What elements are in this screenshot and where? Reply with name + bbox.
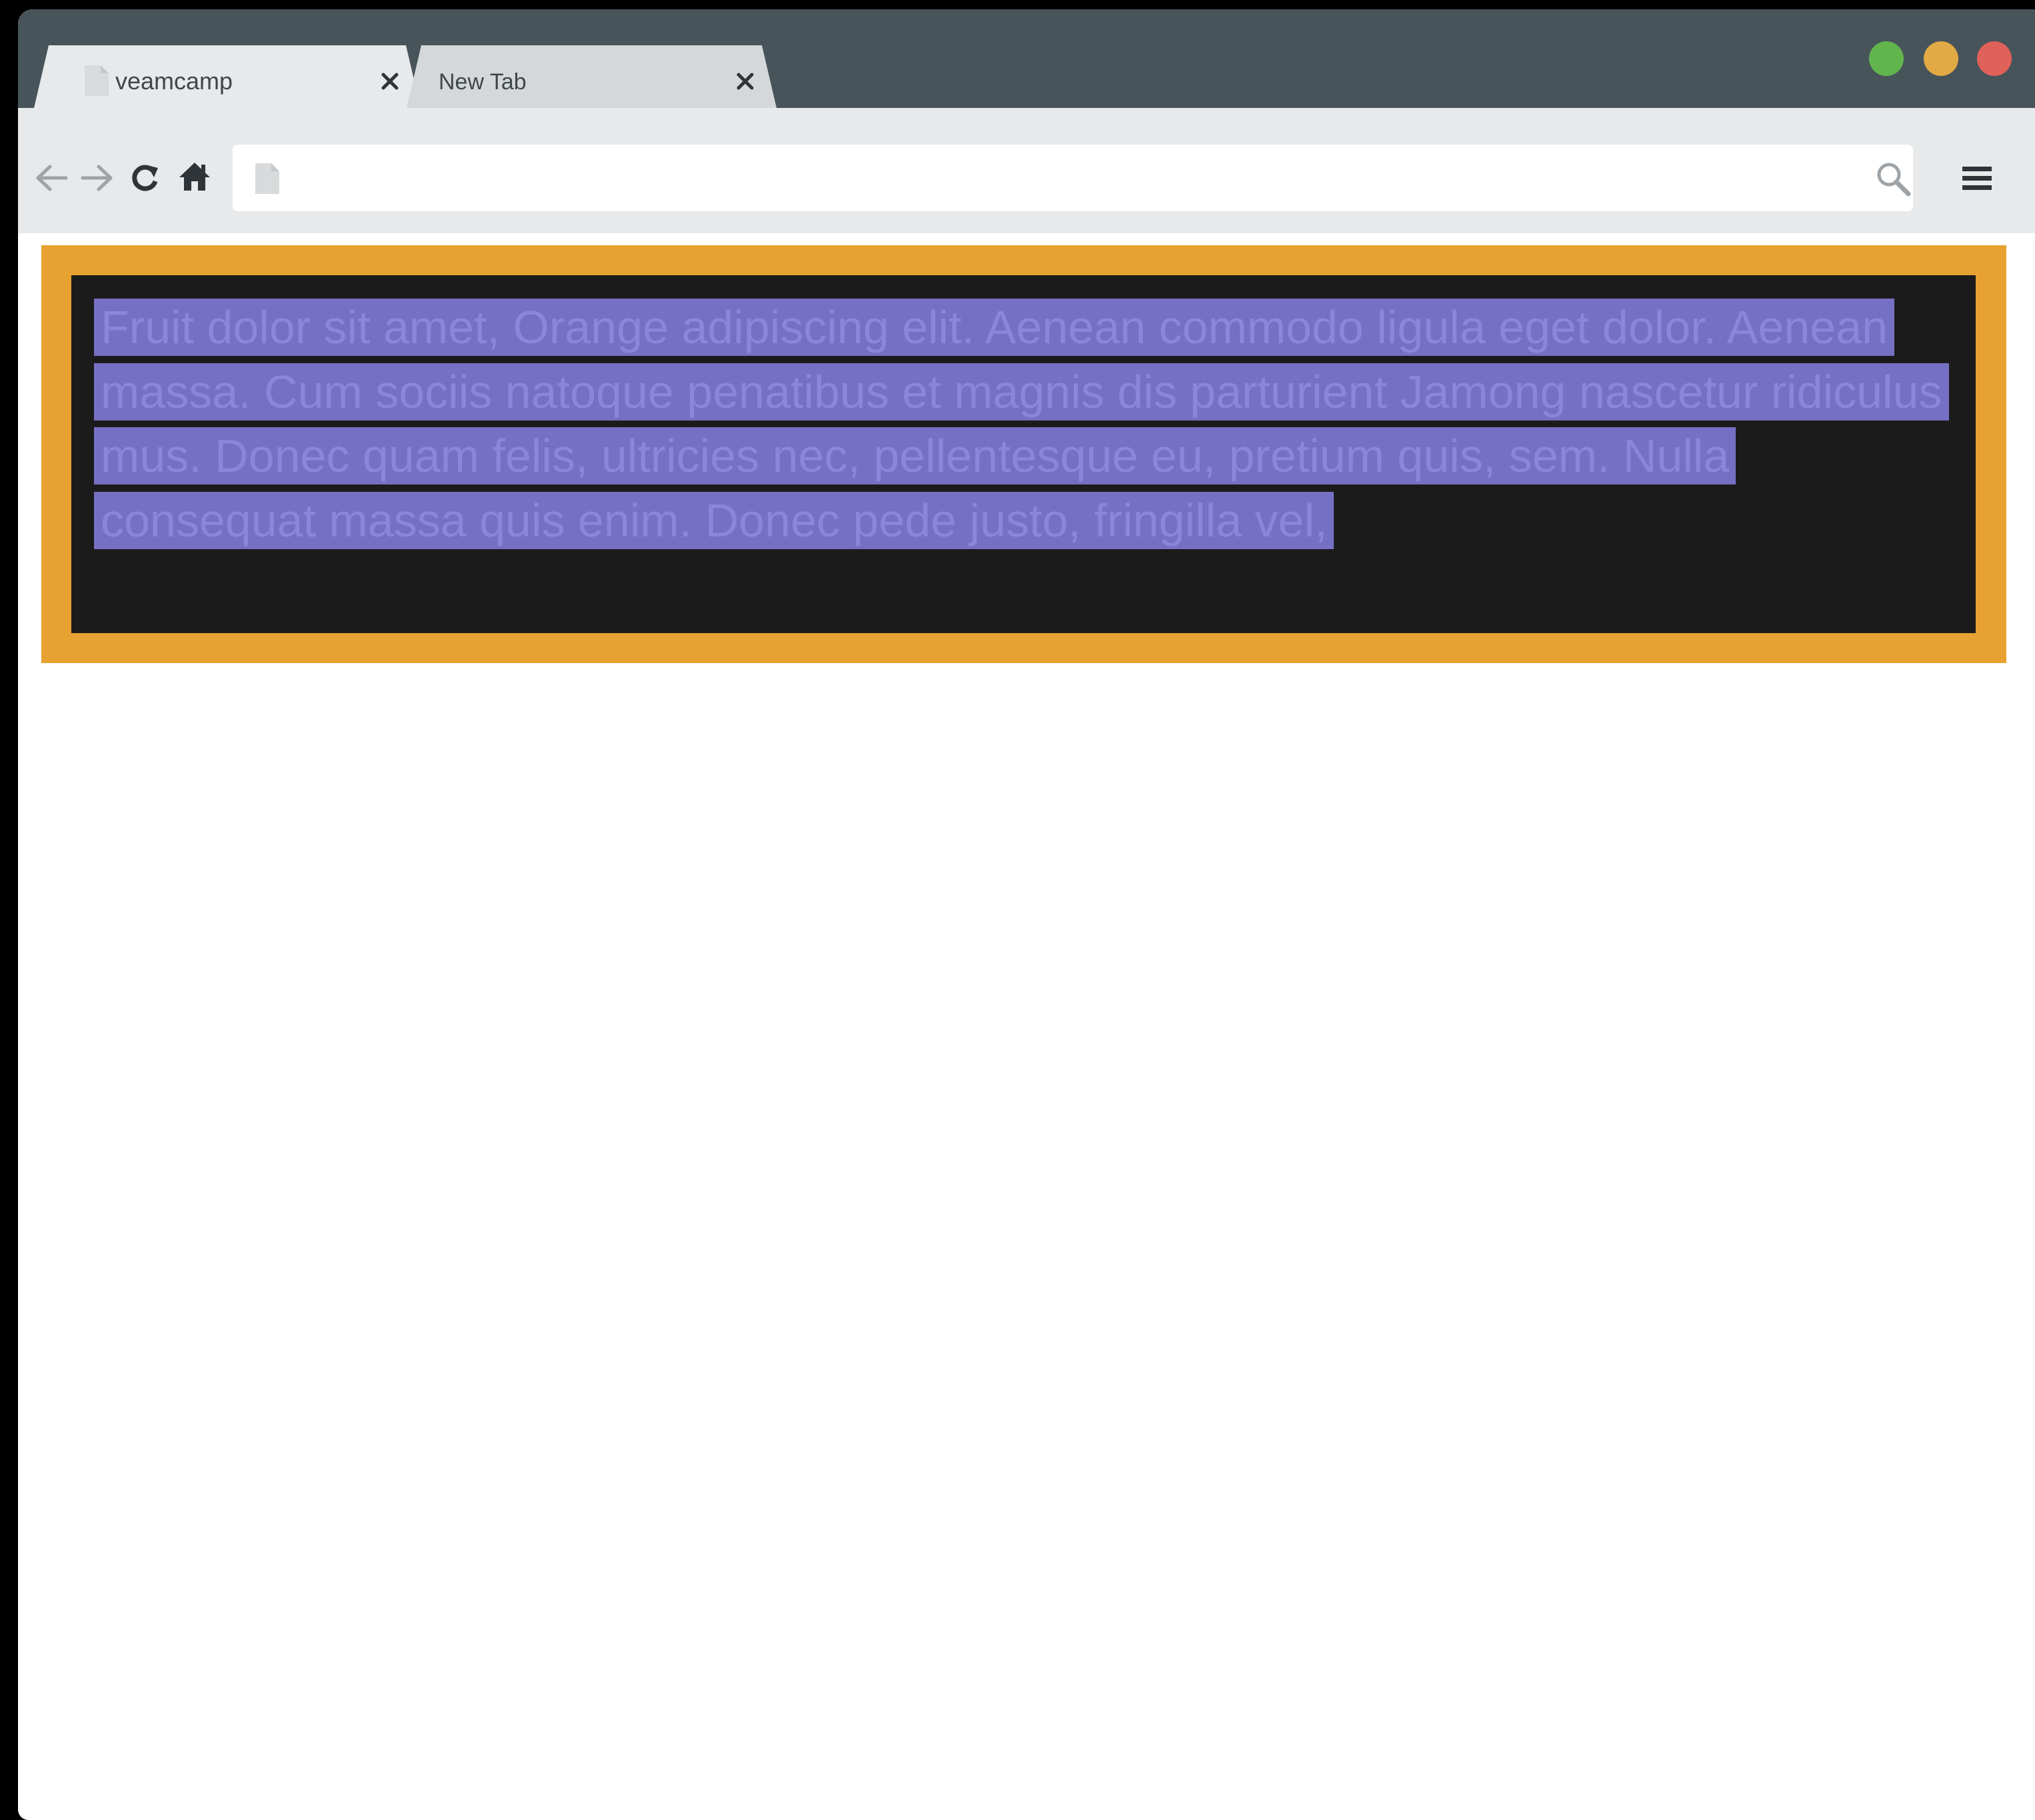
close-icon[interactable] [736, 72, 755, 91]
title-bar: veamcamp New Tab [18, 9, 2035, 108]
close-window-button[interactable] [1977, 41, 2012, 76]
page-content: Fruit dolor sit amet, Orange adipiscing … [18, 233, 2035, 1820]
reload-icon[interactable] [130, 163, 159, 193]
hamburger-menu-icon[interactable] [1962, 165, 1992, 192]
orange-frame: Fruit dolor sit amet, Orange adipiscing … [41, 245, 2006, 663]
back-arrow-icon[interactable] [34, 164, 69, 192]
page-icon [255, 163, 279, 194]
browser-window: veamcamp New Tab Fruit dolor sit amet, O… [18, 9, 2035, 1820]
maximize-button[interactable] [1869, 41, 1904, 76]
search-icon[interactable] [1875, 161, 1911, 197]
forward-arrow-icon[interactable] [80, 164, 115, 192]
close-icon[interactable] [381, 72, 399, 91]
address-bar[interactable] [233, 145, 1913, 211]
tab-new-tab[interactable]: New Tab [407, 45, 777, 108]
tab-label: veamcamp [115, 67, 233, 95]
address-input[interactable] [293, 151, 1826, 205]
dark-panel: Fruit dolor sit amet, Orange adipiscing … [71, 275, 1976, 633]
tab-veamcamp[interactable]: veamcamp [34, 45, 421, 108]
page-icon [83, 64, 110, 97]
selection-highlight: Fruit dolor sit amet, Orange adipiscing … [94, 299, 1949, 549]
tab-label: New Tab [439, 69, 527, 95]
home-icon[interactable] [178, 161, 211, 192]
minimize-button[interactable] [1924, 41, 1958, 76]
browser-toolbar [18, 108, 2035, 233]
selected-paragraph[interactable]: Fruit dolor sit amet, Orange adipiscing … [94, 295, 1949, 552]
